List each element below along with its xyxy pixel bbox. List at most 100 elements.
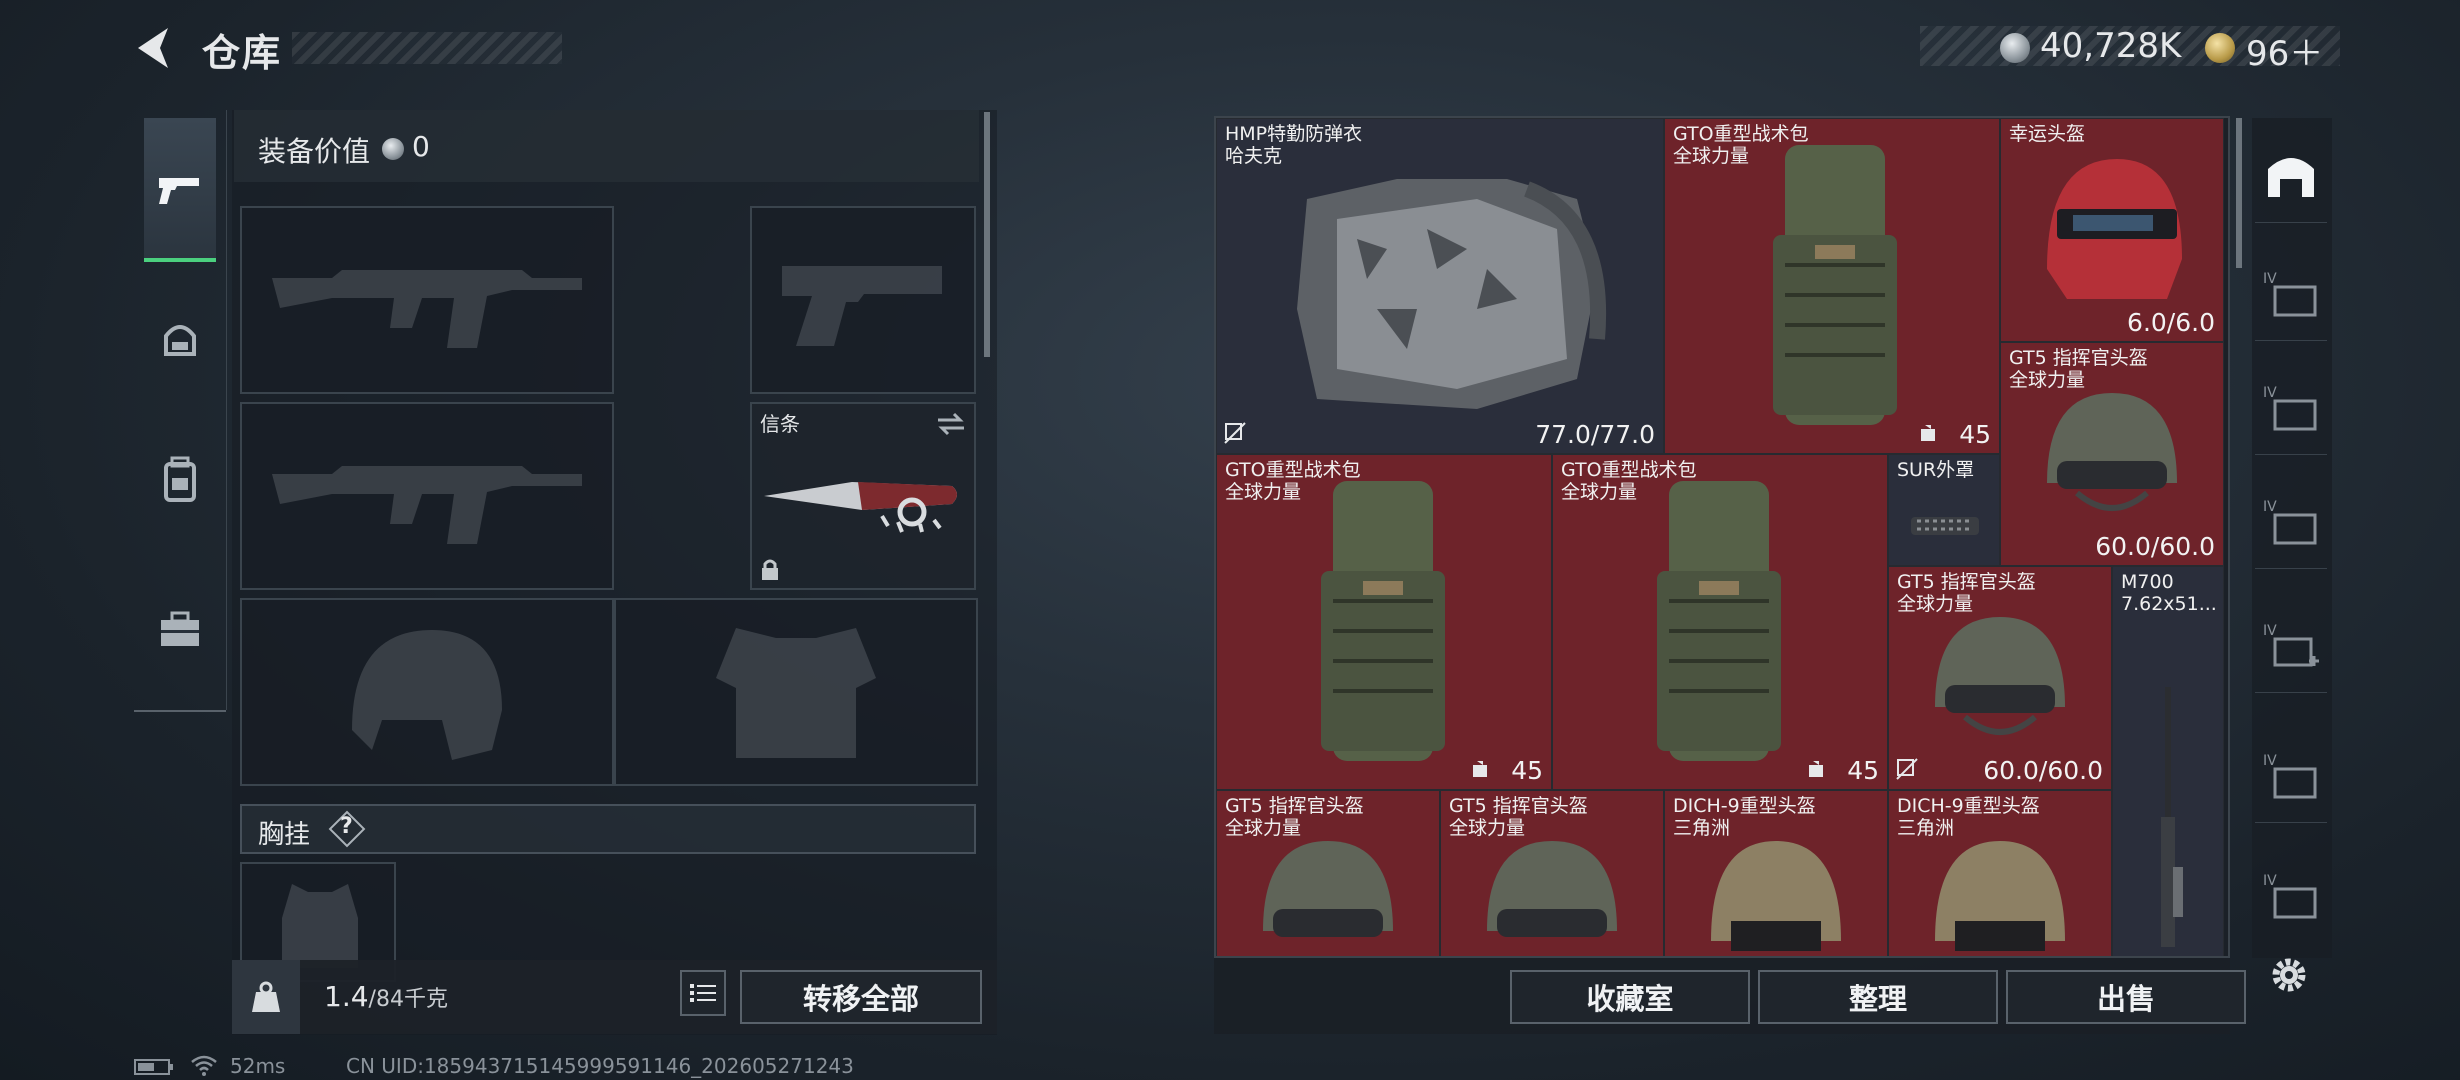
title-decoration xyxy=(292,32,562,64)
silver-coin-icon xyxy=(382,138,404,160)
melee-label: 信条 xyxy=(760,412,800,436)
stash-tab-iv-1[interactable]: IV xyxy=(2255,248,2327,341)
red-helmet-icon xyxy=(2047,159,2182,299)
loadout-panel: 装备价值 0 信条 胸挂 ? xyxy=(232,110,997,1035)
tab-bar-divider xyxy=(134,710,226,712)
item-cell[interactable]: HMP特勤防弹衣 哈夫克 77.0/77.0 xyxy=(1216,118,1664,454)
list-icon xyxy=(690,984,716,1002)
stash-tab-iv-6[interactable]: IV xyxy=(2255,850,2327,942)
weight-icon-box xyxy=(232,960,300,1034)
money-amount: 40,728K xyxy=(2040,26,2182,66)
rifle-silhouette-icon xyxy=(272,270,582,348)
tab-weapons[interactable] xyxy=(140,150,220,230)
loadout-scrollbar[interactable] xyxy=(984,112,990,357)
armor-silhouette-icon xyxy=(716,628,876,758)
chest-rig-label: 胸挂 xyxy=(258,820,311,850)
storage-box-icon: IV xyxy=(2263,385,2317,431)
equipment-value-label: 装备价值 xyxy=(258,135,371,168)
secondary-weapon-slot[interactable] xyxy=(240,402,614,590)
svg-text:IV: IV xyxy=(2263,753,2277,769)
sniper-rifle-icon xyxy=(2161,687,2183,947)
melee-slot[interactable]: 信条 xyxy=(750,402,976,590)
ping-text: 52ms xyxy=(230,1054,286,1078)
gold-amount[interactable]: 96＋ xyxy=(2246,26,2323,75)
stash-tab-main[interactable] xyxy=(2255,130,2327,223)
helmet-slot[interactable] xyxy=(240,598,614,786)
organize-button[interactable]: 整理 xyxy=(1758,970,1998,1024)
item-cell[interactable]: GT5 指挥官头盔 全球力量 60.0/60.0 xyxy=(2000,342,2224,566)
transfer-all-button[interactable]: 转移全部 xyxy=(740,970,982,1024)
primary-weapon-slot[interactable] xyxy=(240,206,614,394)
item-capacity: 45 xyxy=(1959,420,1991,449)
weight-readout: 1.4/84千克 xyxy=(324,980,448,1013)
stash-tab-iv-5[interactable]: IV xyxy=(2255,730,2327,823)
capacity-icon xyxy=(1921,425,1935,441)
helmet-silhouette-icon xyxy=(352,630,502,760)
durability-broken-icon xyxy=(1224,422,1246,444)
stash-tab-iv-4[interactable]: IV xyxy=(2255,600,2327,693)
pistol-slot[interactable] xyxy=(750,206,976,394)
item-cell[interactable]: DICH-9重型头盔 三角洲 xyxy=(1888,790,2112,956)
helmet-armor-icon xyxy=(164,325,196,356)
backpack-icon xyxy=(164,456,196,502)
item-durability: 60.0/60.0 xyxy=(1983,756,2103,785)
value-header: 装备价值 0 xyxy=(234,110,979,182)
durability-broken-icon xyxy=(1896,758,1918,780)
item-cell[interactable]: DICH-9重型头盔 三角洲 xyxy=(1664,790,1888,956)
item-name: 幸运头盔 xyxy=(2009,123,2086,145)
stash-grid: HMP特勤防弹衣 哈夫克 77.0/77.0 GTO重型战术包 全球力量 45 幸运… xyxy=(1214,116,2230,958)
back-button[interactable] xyxy=(130,22,180,74)
stash-tab-iv-2[interactable]: IV xyxy=(2255,362,2327,455)
tactical-helmet-icon xyxy=(1263,841,1393,937)
weight-icon xyxy=(252,981,280,1012)
settings-button[interactable] xyxy=(2264,950,2314,1000)
warehouse-icon xyxy=(2268,158,2314,197)
swap-icon[interactable] xyxy=(936,412,966,436)
item-cell[interactable]: GT5 指挥官头盔 全球力量 xyxy=(1216,790,1440,956)
sell-button[interactable]: 出售 xyxy=(2006,970,2246,1024)
capacity-icon xyxy=(1473,761,1487,777)
stash-tab-iv-3[interactable]: IV xyxy=(2255,476,2327,569)
svg-text:IV: IV xyxy=(2263,623,2277,639)
medical-box-icon: IV xyxy=(2263,623,2319,667)
tactical-helmet-icon xyxy=(1487,841,1617,937)
item-cell[interactable]: GT5 指挥官头盔 全球力量 xyxy=(1440,790,1664,956)
armor-vest-icon xyxy=(1297,179,1607,409)
pistol-silhouette-icon xyxy=(782,266,942,346)
storage-box-icon: IV xyxy=(2263,753,2317,799)
collection-room-button[interactable]: 收藏室 xyxy=(1510,970,1750,1024)
item-cell[interactable]: M700 7.62x51... xyxy=(2112,566,2224,956)
battery-icon xyxy=(134,1059,173,1075)
lock-icon xyxy=(762,559,778,580)
item-cell[interactable]: GTO重型战术包 全球力量 45 xyxy=(1552,454,1888,790)
weight-max: /84千克 xyxy=(368,987,448,1012)
storage-box-icon: IV xyxy=(2263,499,2317,545)
list-view-button[interactable] xyxy=(680,970,726,1016)
page-title: 仓库 xyxy=(202,31,283,75)
uid-text: CN UID:185943715145999591146_20260527124… xyxy=(346,1054,854,1078)
tab-toolbox[interactable] xyxy=(140,590,220,670)
rifle-silhouette-icon xyxy=(272,466,582,544)
item-durability: 77.0/77.0 xyxy=(1535,420,1655,449)
item-cell[interactable]: GT5 指挥官头盔 全球力量 60.0/60.0 xyxy=(1888,566,2112,790)
backpack-icon xyxy=(1773,145,1897,425)
item-capacity: 45 xyxy=(1847,756,1879,785)
item-capacity: 45 xyxy=(1511,756,1543,785)
scope-cover-icon xyxy=(1911,517,1979,535)
item-name: SUR外罩 xyxy=(1897,459,1975,481)
item-cell[interactable]: 幸运头盔 6.0/6.0 xyxy=(2000,118,2224,342)
gear-icon xyxy=(2272,958,2306,992)
tab-backpack[interactable] xyxy=(140,440,220,520)
item-cell[interactable]: SUR外罩 xyxy=(1888,454,2000,566)
gold-coin-icon xyxy=(2205,33,2235,63)
item-name: M700 7.62x51... xyxy=(2121,571,2217,615)
silver-coin-icon xyxy=(2000,33,2030,63)
svg-text:IV: IV xyxy=(2263,873,2277,889)
item-cell[interactable]: GTO重型战术包 全球力量 45 xyxy=(1664,118,2000,454)
item-cell[interactable]: GTO重型战术包 全球力量 45 xyxy=(1216,454,1552,790)
tactical-helmet-icon xyxy=(1935,617,2065,735)
body-armor-slot[interactable] xyxy=(614,598,978,786)
tab-armor[interactable] xyxy=(140,298,220,378)
stash-scrollbar[interactable] xyxy=(2236,118,2242,268)
wifi-icon xyxy=(191,1055,217,1076)
